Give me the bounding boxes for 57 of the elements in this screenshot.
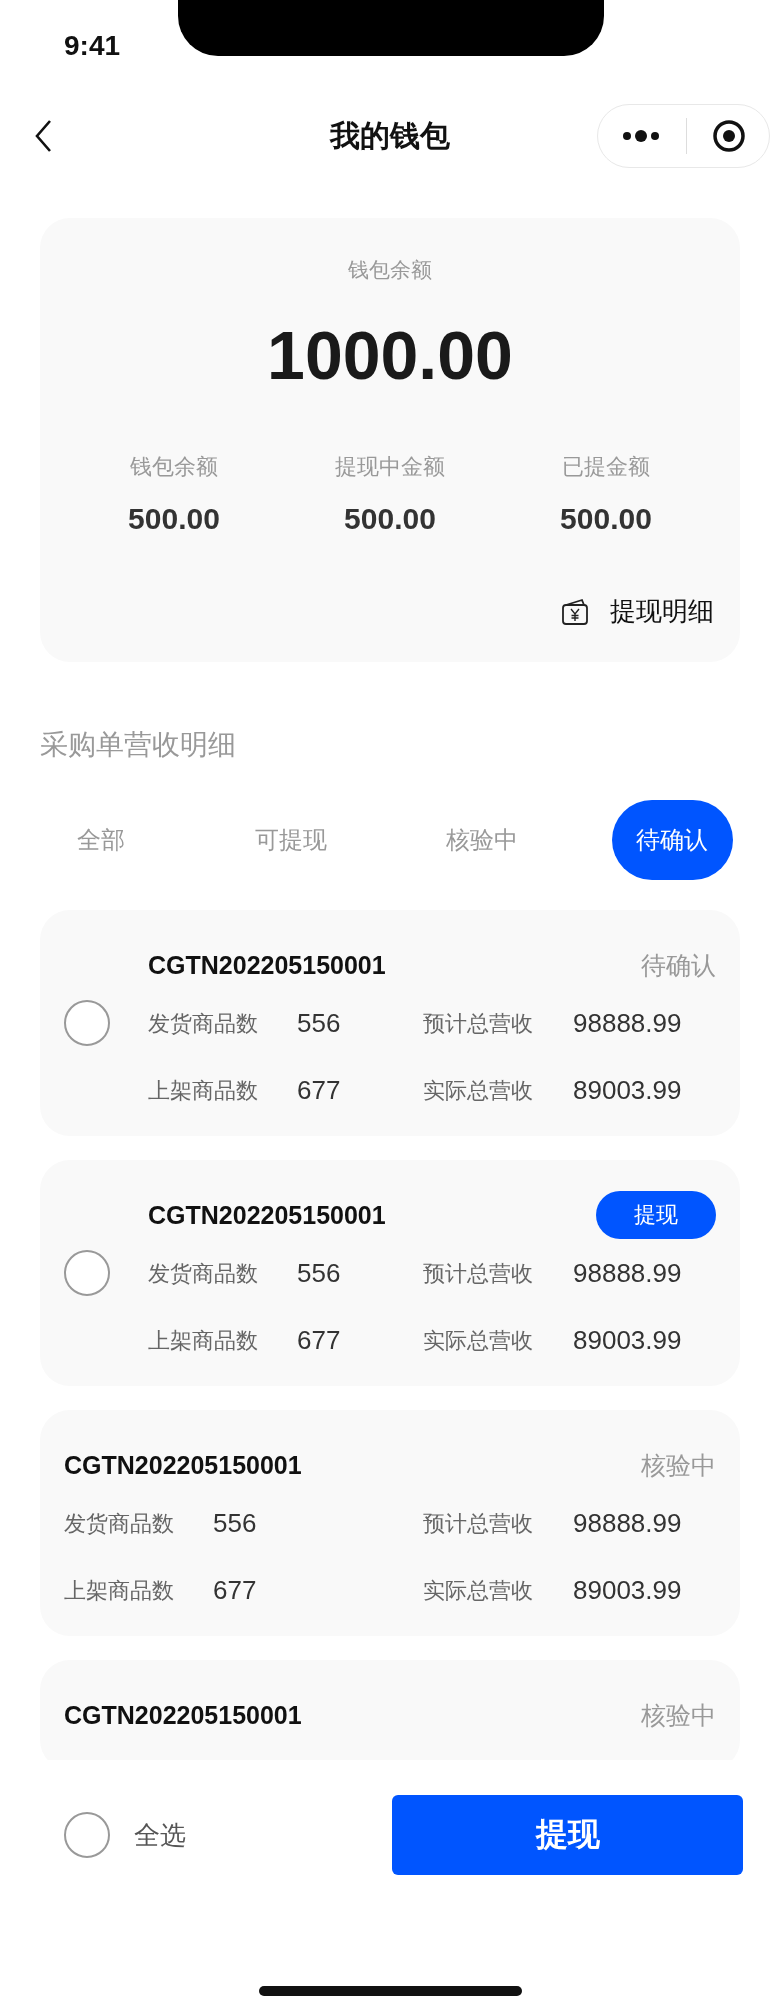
metric-value: 677 [213, 1575, 258, 1606]
stat-label: 钱包余额 [130, 453, 218, 481]
metric-label: 发货商品数 [64, 1509, 175, 1538]
filter-tab[interactable]: 全部 [40, 800, 161, 880]
order-number: CGTN202205150001 [148, 1200, 386, 1230]
metric-value: 677 [297, 1075, 342, 1106]
order-number: CGTN202205150001 [64, 1450, 302, 1480]
metric-value: 89003.99 [573, 1075, 683, 1106]
page-title: 我的钱包 [330, 117, 450, 154]
balance-label: 钱包余额 [348, 257, 432, 283]
section-title: 采购单营收明细 [40, 728, 237, 762]
select-all-checkbox[interactable] [64, 1812, 110, 1858]
filter-tab[interactable]: 核验中 [421, 800, 543, 880]
metric-label: 实际总营收 [423, 1576, 534, 1605]
metric-value: 98888.99 [573, 1508, 683, 1539]
order-status: 核验中 [641, 1449, 716, 1481]
more-icon[interactable] [620, 129, 661, 143]
select-checkbox[interactable] [64, 1250, 110, 1296]
metric-label: 上架商品数 [64, 1576, 175, 1605]
metric-value: 677 [297, 1325, 342, 1356]
stat-value: 500.00 [560, 502, 652, 536]
close-target-icon[interactable] [712, 119, 747, 153]
order-number: CGTN202205150001 [148, 950, 386, 980]
filter-tab[interactable]: 可提现 [230, 800, 352, 880]
withdraw-button[interactable]: 提现 [596, 1191, 716, 1239]
withdraw-button[interactable]: 提现 [392, 1795, 743, 1875]
status-time: 9:41 [64, 30, 121, 62]
stat-label: 已提金额 [562, 453, 650, 481]
filter-tab[interactable]: 待确认 [611, 800, 733, 880]
stat-value: 500.00 [128, 502, 220, 536]
metric-value: 556 [297, 1258, 342, 1289]
order-number: CGTN202205150001 [64, 1700, 302, 1730]
metric-value: 98888.99 [573, 1258, 683, 1289]
metric-value: 556 [297, 1008, 342, 1039]
metric-label: 预计总营收 [423, 1509, 534, 1538]
metric-label: 预计总营收 [423, 1259, 534, 1288]
stat-label: 提现中金额 [335, 453, 445, 481]
select-all-label: 全选 [134, 1818, 186, 1852]
balance-amount: 1000.00 [267, 316, 513, 394]
metric-label: 上架商品数 [148, 1326, 259, 1355]
metric-value: 89003.99 [573, 1575, 683, 1606]
stat-value: 500.00 [344, 502, 436, 536]
metric-label: 实际总营收 [423, 1326, 534, 1355]
metric-label: 预计总营收 [423, 1009, 534, 1038]
metric-label: 发货商品数 [148, 1009, 259, 1038]
metric-value: 556 [213, 1508, 258, 1539]
metric-value: 89003.99 [573, 1325, 683, 1356]
back-icon[interactable] [34, 119, 52, 153]
metric-label: 上架商品数 [148, 1076, 259, 1105]
metric-value: 98888.99 [573, 1008, 683, 1039]
select-checkbox[interactable] [64, 1000, 110, 1046]
order-status: 核验中 [641, 1699, 716, 1731]
wallet-icon [560, 596, 590, 627]
metric-label: 发货商品数 [148, 1259, 259, 1288]
order-status: 待确认 [641, 949, 716, 981]
withdraw-detail-link[interactable]: 提现明细 [610, 594, 714, 629]
metric-label: 实际总营收 [423, 1076, 534, 1105]
